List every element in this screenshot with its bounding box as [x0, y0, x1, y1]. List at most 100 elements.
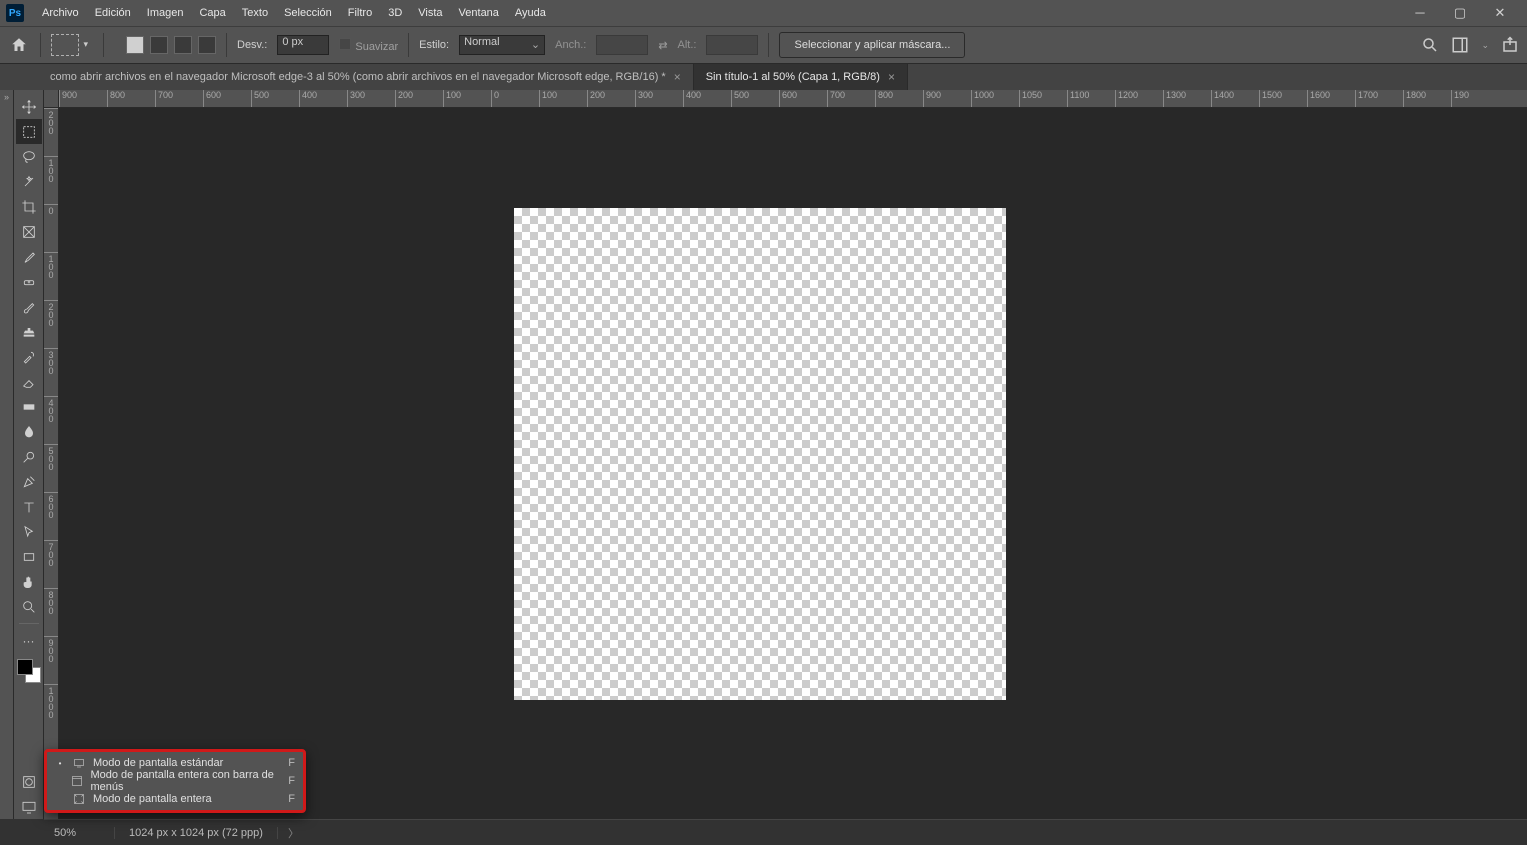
artboard[interactable] [514, 208, 1006, 700]
option-label: Modo de pantalla entera [93, 793, 212, 805]
horizontal-ruler[interactable]: 9008007006005004003002001000100200300400… [59, 90, 1527, 108]
ruler-tick: 200 [587, 90, 635, 107]
screenmode-option[interactable]: Modo de pantalla entera con barra de men… [47, 772, 303, 790]
quickmask-tool[interactable] [16, 769, 42, 794]
tab-label: como abrir archivos en el navegador Micr… [50, 71, 666, 83]
pen-tool[interactable] [16, 469, 42, 494]
selection-new-icon[interactable] [126, 36, 144, 54]
swap-dimensions-icon: ⇄ [658, 39, 667, 52]
zoom-field[interactable]: 50% [44, 827, 114, 839]
marquee-tool[interactable] [16, 119, 42, 144]
brush-tool[interactable] [16, 294, 42, 319]
maximize-button[interactable]: ▢ [1447, 5, 1473, 21]
options-bar: Desv.: 0 px Suavizar Estilo: Normal Anch… [0, 26, 1527, 64]
document-tab[interactable]: Sin título-1 al 50% (Capa 1, RGB/8)× [694, 64, 908, 90]
ruler-tick: 1 0 0 0 [44, 684, 58, 732]
shortcut-label: F [288, 757, 295, 769]
select-and-mask-button[interactable]: Seleccionar y aplicar máscara... [779, 32, 965, 58]
marquee-mode-icon[interactable] [51, 34, 79, 56]
zoom-tool[interactable] [16, 594, 42, 619]
color-swatches[interactable] [17, 659, 41, 683]
menu-texto[interactable]: Texto [234, 7, 276, 19]
move-tool[interactable] [16, 94, 42, 119]
style-select[interactable]: Normal [459, 35, 545, 55]
ruler-tick: 0 [44, 204, 58, 252]
canvas-viewport[interactable] [59, 108, 1527, 819]
workspace-icon[interactable] [1451, 36, 1469, 54]
ruler-tick: 300 [347, 90, 395, 107]
menu-vista[interactable]: Vista [410, 7, 450, 19]
frame-tool[interactable] [16, 219, 42, 244]
chevron-down-icon[interactable]: ⌄ [1481, 40, 1489, 51]
ruler-tick: 1500 [1259, 90, 1307, 107]
magic-wand-tool[interactable] [16, 169, 42, 194]
ruler-tick: 100 [443, 90, 491, 107]
ruler-origin[interactable] [44, 90, 59, 108]
info-chevron-icon[interactable]: 〉 [288, 825, 299, 841]
screenmode-tool[interactable] [16, 794, 42, 819]
history-brush-tool[interactable] [16, 344, 42, 369]
width-label: Anch.: [555, 39, 586, 51]
menu-imagen[interactable]: Imagen [139, 7, 192, 19]
ruler-tick: 1300 [1163, 90, 1211, 107]
eraser-tool[interactable] [16, 369, 42, 394]
menu-archivo[interactable]: Archivo [34, 7, 87, 19]
window-controls: ─ ▢ ✕ [1407, 5, 1521, 21]
menu-3d[interactable]: 3D [380, 7, 410, 19]
lasso-tool[interactable] [16, 144, 42, 169]
feather-input[interactable]: 0 px [277, 35, 329, 55]
vertical-ruler[interactable]: 2 0 01 0 001 0 02 0 03 0 04 0 05 0 06 0 … [44, 108, 59, 819]
menu-ventana[interactable]: Ventana [451, 7, 507, 19]
ruler-tick: 2 0 0 [44, 108, 58, 156]
crop-tool[interactable] [16, 194, 42, 219]
path-selection-tool[interactable] [16, 519, 42, 544]
close-button[interactable]: ✕ [1487, 5, 1513, 21]
menu-selección[interactable]: Selección [276, 7, 340, 19]
healing-brush-tool[interactable] [16, 269, 42, 294]
hand-tool[interactable] [16, 569, 42, 594]
menu-ayuda[interactable]: Ayuda [507, 7, 554, 19]
ruler-tick: 1800 [1403, 90, 1451, 107]
gradient-tool[interactable] [16, 394, 42, 419]
eyedropper-tool[interactable] [16, 244, 42, 269]
height-label: Alt.: [678, 39, 697, 51]
ruler-tick: 700 [155, 90, 203, 107]
ruler-tick: 0 [491, 90, 539, 107]
canvas-pane: 9008007006005004003002001000100200300400… [44, 90, 1527, 819]
menu-capa[interactable]: Capa [191, 7, 233, 19]
document-info[interactable]: 1024 px x 1024 px (72 ppp) [114, 827, 278, 839]
share-icon[interactable] [1501, 36, 1519, 54]
dodge-tool[interactable] [16, 444, 42, 469]
screenmode-flyout: •Modo de pantalla estándarFModo de panta… [44, 749, 306, 813]
ruler-tick: 4 0 0 [44, 396, 58, 444]
selection-add-icon[interactable] [150, 36, 168, 54]
selection-intersect-icon[interactable] [198, 36, 216, 54]
document-tabstrip: como abrir archivos en el navegador Micr… [0, 64, 1527, 90]
close-icon[interactable]: × [888, 70, 895, 84]
type-tool[interactable] [16, 494, 42, 519]
search-icon[interactable] [1421, 36, 1439, 54]
ruler-tick: 400 [683, 90, 731, 107]
menu-filtro[interactable]: Filtro [340, 7, 380, 19]
rectangle-tool[interactable] [16, 544, 42, 569]
home-icon[interactable] [8, 34, 30, 56]
clone-stamp-tool[interactable] [16, 319, 42, 344]
ruler-tick: 1100 [1067, 90, 1115, 107]
feather-label: Desv.: [237, 39, 267, 51]
blur-tool[interactable] [16, 419, 42, 444]
ruler-tick: 1200 [1115, 90, 1163, 107]
selection-subtract-icon[interactable] [174, 36, 192, 54]
shortcut-label: F [288, 775, 295, 787]
edit-toolbar-icon[interactable]: ··· [16, 628, 42, 653]
close-icon[interactable]: × [674, 70, 681, 84]
minimize-button[interactable]: ─ [1407, 5, 1433, 21]
style-label: Estilo: [419, 39, 449, 51]
ruler-tick: 1600 [1307, 90, 1355, 107]
screenmode-icon [70, 774, 84, 788]
ruler-tick: 190 [1451, 90, 1499, 107]
document-tab[interactable]: como abrir archivos en el navegador Micr… [38, 64, 694, 90]
screenmode-icon [71, 792, 87, 806]
panel-collapse-icon[interactable]: » [0, 90, 14, 819]
option-label: Modo de pantalla entera con barra de men… [90, 769, 288, 793]
menu-edición[interactable]: Edición [87, 7, 139, 19]
